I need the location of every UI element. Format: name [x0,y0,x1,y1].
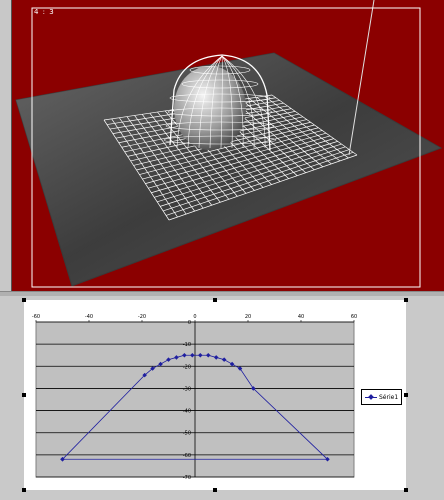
viewport-aspect-label: 4 : 3 [34,8,55,16]
3d-viewport[interactable]: 4 : 3 [11,0,444,291]
resize-handle-bl[interactable] [22,488,26,492]
chart-plot: 0 -10 -20 -30 -40 -50 -60 -70 -60 -40 -20 0 20 40 60 [32,314,357,481]
chart-legend[interactable]: Série1 [361,389,402,405]
x-tick-label: -60 [32,314,40,320]
y-tick-label: -20 [183,364,191,370]
y-tick-label: -70 [183,475,191,481]
y-tick-label: 0 [188,320,191,326]
resize-handle-tl[interactable] [22,298,26,302]
x-tick-label: 40 [298,314,304,320]
x-tick-label: 60 [351,314,357,320]
spreadsheet-area: 0 -10 -20 -30 -40 -50 -60 -70 -60 -40 -20 0 20 40 60 S… [0,296,444,500]
3d-scene [15,0,443,288]
legend-marker-icon [365,396,377,398]
legend-label: Série1 [379,393,399,401]
y-tick-label: -30 [183,386,191,392]
y-tick-label: -40 [183,409,191,415]
y-tick-label: -50 [183,431,191,437]
x-tick-label: -20 [138,314,146,320]
chart-area[interactable]: 0 -10 -20 -30 -40 -50 -60 -70 -60 -40 -20 0 20 40 60 S… [24,300,406,490]
x-tick-label: 0 [193,314,196,320]
resize-handle-ml[interactable] [22,393,26,397]
resize-handle-bc[interactable] [213,488,217,492]
y-tick-label: -10 [183,342,191,348]
resize-handle-tc[interactable] [213,298,217,302]
y-tick-label: -60 [183,453,191,459]
resize-handle-tr[interactable] [404,298,408,302]
x-tick-label: 20 [245,314,251,320]
x-tick-label: -40 [85,314,93,320]
resize-handle-br[interactable] [404,488,408,492]
resize-handle-mr[interactable] [404,393,408,397]
